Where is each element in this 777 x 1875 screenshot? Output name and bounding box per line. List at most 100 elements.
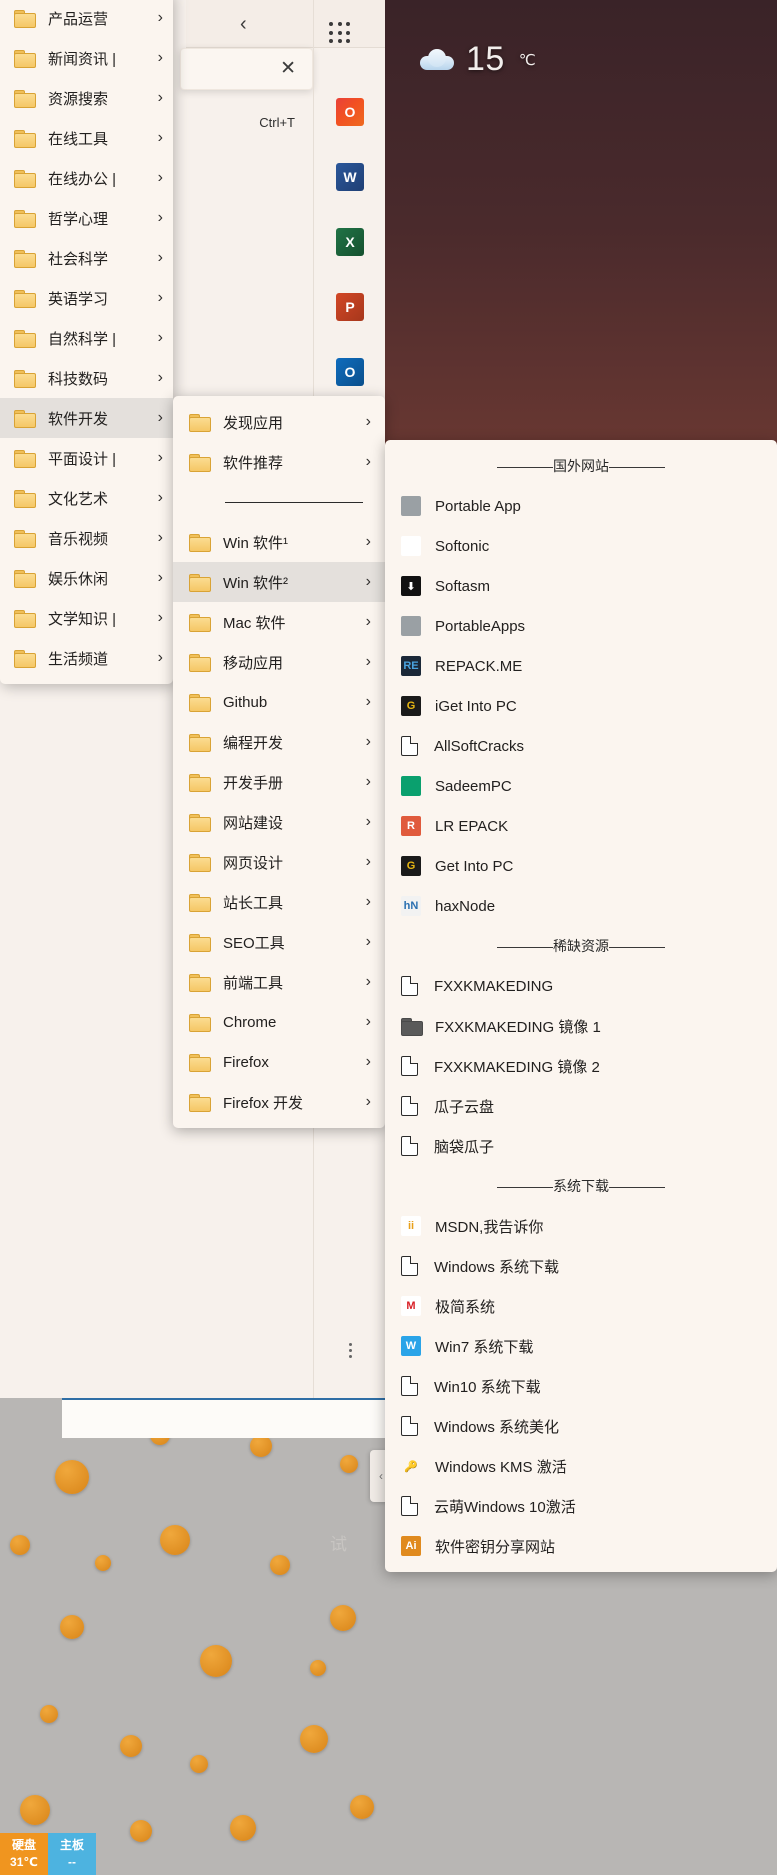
back-icon[interactable]: ‹ [240, 14, 258, 34]
folder-icon [14, 50, 36, 68]
folder-icon [189, 814, 211, 832]
menu-level-3-item[interactable]: GiGet Into PC [385, 686, 777, 726]
menu-level-2-item[interactable]: Chrome › [173, 1002, 385, 1042]
menu-level-1-item[interactable]: 生活频道 › [0, 638, 173, 678]
menu-level-3-item[interactable]: PortableApps [385, 606, 777, 646]
outlook-icon[interactable]: O [336, 358, 364, 386]
menu-level-2-item[interactable]: 编程开发 › [173, 722, 385, 762]
igetintopc-icon: G [401, 696, 421, 716]
menu-level-1-item[interactable]: 软件开发 › [0, 398, 173, 438]
menu-level-3-item[interactable]: ⬇ Softasm [385, 566, 777, 606]
menu-level-2-item[interactable]: Github › [173, 682, 385, 722]
menu-item-label: 网站建设 [223, 814, 284, 832]
menu-level-3-item[interactable]: 🔑 Windows KMS 激活 [385, 1446, 777, 1486]
menu-level-3-item[interactable]: Ai 软件密钥分享网站 [385, 1526, 777, 1566]
folder-icon [14, 450, 36, 468]
menu-level-1-item[interactable]: 文学知识 | › [0, 598, 173, 638]
menu-item-label: Windows 系统美化 [434, 1418, 560, 1436]
menu-item-label: 英语学习 [48, 290, 109, 308]
menu-level-1-item[interactable]: 哲学心理 › [0, 198, 173, 238]
menu-level-1-item[interactable]: 社会科学 › [0, 238, 173, 278]
hdd-temp-cell[interactable]: 硬盘 31℃ [0, 1833, 48, 1875]
menu-level-3-item[interactable]: W Win7 系统下载 [385, 1326, 777, 1366]
menu-level-1-item[interactable]: 在线工具 › [0, 118, 173, 158]
menu-level-3-item[interactable]: SadeemPC [385, 766, 777, 806]
menu-level-3-item[interactable]: 云萌Windows 10激活 [385, 1486, 777, 1526]
menu-level-3-item[interactable]: RE REPACK.ME [385, 646, 777, 686]
menu-level-2-item[interactable]: 移动应用 › [173, 642, 385, 682]
chevron-right-icon: › [157, 329, 163, 346]
menu-level-2-item[interactable]: Win 软件² › [173, 562, 385, 602]
menu-level-3-item[interactable]: ii MSDN,我告诉你 [385, 1206, 777, 1246]
chevron-right-icon: › [365, 973, 371, 990]
softasm-icon: ⬇ [401, 576, 421, 596]
menu-level-2-item[interactable]: 前端工具 › [173, 962, 385, 1002]
excel-icon[interactable]: X [336, 228, 364, 256]
motherboard-temp-cell[interactable]: 主板 -- [48, 1833, 96, 1875]
close-icon[interactable]: ✕ [280, 59, 296, 79]
menu-level-3-item[interactable]: M 极简系统 [385, 1286, 777, 1326]
menu-item-label: SEO工具 [223, 934, 285, 952]
menu-level-1-item[interactable]: 文化艺术 › [0, 478, 173, 518]
menu-level-3-item[interactable]: Win10 系统下载 [385, 1366, 777, 1406]
search-popup[interactable]: ✕ [180, 48, 313, 90]
menu-level-2-item[interactable]: SEO工具 › [173, 922, 385, 962]
weather-widget[interactable]: 15 ℃ [420, 40, 536, 79]
chevron-right-icon: › [157, 649, 163, 666]
more-options-icon[interactable] [349, 1340, 352, 1361]
menu-level-3-item[interactable]: FXXKMAKEDING 镜像 2 [385, 1046, 777, 1086]
menu-level-3-item[interactable]: FXXKMAKEDING [385, 966, 777, 1006]
menu-level-3-item[interactable]: Windows 系统美化 [385, 1406, 777, 1446]
menu-level-3-item[interactable]: hN haxNode [385, 886, 777, 926]
menu-level-2-item[interactable]: 网站建设 › [173, 802, 385, 842]
menu-level-2-item[interactable]: 站长工具 › [173, 882, 385, 922]
menu-level-2-item[interactable]: 软件推荐 › [173, 442, 385, 482]
menu-level-1-item[interactable]: 英语学习 › [0, 278, 173, 318]
menu-item-label: Firefox [223, 1053, 269, 1071]
menu-level-2-item[interactable]: Firefox › [173, 1042, 385, 1082]
chevron-right-icon: › [157, 89, 163, 106]
menu-level-2-item[interactable]: Win 软件¹ › [173, 522, 385, 562]
menu-item-label: 产品运营 [48, 10, 109, 28]
menu-level-2-item[interactable]: Firefox 开发 › [173, 1082, 385, 1122]
page-icon [401, 976, 418, 996]
menu-level-2-item[interactable]: 发现应用 › [173, 402, 385, 442]
menu-level-1-item[interactable]: 资源搜索 › [0, 78, 173, 118]
chevron-right-icon: › [157, 409, 163, 426]
menu-level-3-item[interactable]: Portable App [385, 486, 777, 526]
folder-icon [14, 530, 36, 548]
menu-item-label: Chrome [223, 1013, 277, 1031]
hardware-monitor-widget[interactable]: 硬盘 31℃ 主板 -- [0, 1833, 96, 1875]
menu-level-1-item[interactable]: 音乐视频 › [0, 518, 173, 558]
menu-level-1-item[interactable]: 产品运营 › [0, 0, 173, 38]
menu-level-1-item[interactable]: 自然科学 | › [0, 318, 173, 358]
chevron-right-icon: › [365, 533, 371, 550]
menu-level-3-item[interactable]: 瓜子云盘 [385, 1086, 777, 1126]
chevron-right-icon: › [157, 169, 163, 186]
menu-level-1-item[interactable]: 娱乐休闲 › [0, 558, 173, 598]
menu-level-3-item[interactable]: AllSoftCracks [385, 726, 777, 766]
menu-level-2-item[interactable]: 开发手册 › [173, 762, 385, 802]
menu-item-label: 资源搜索 [48, 90, 109, 108]
menu-level-1-item[interactable]: 新闻资讯 | › [0, 38, 173, 78]
menu-level-2-item[interactable]: 网页设计 › [173, 842, 385, 882]
menu-level-3-item[interactable]: Softonic [385, 526, 777, 566]
word-icon[interactable]: W [336, 163, 364, 191]
chevron-right-icon: › [365, 933, 371, 950]
menu-level-3-item[interactable]: G Get Into PC [385, 846, 777, 886]
menu-level-1-item[interactable]: 在线办公 | › [0, 158, 173, 198]
screen: 15 ℃ ‹ ✕ Ctrl+T O W X P O 试 ‹ 产品运营 › 新闻资讯 … [0, 0, 777, 1875]
menu-level-3-item[interactable]: Windows 系统下载 [385, 1246, 777, 1286]
chevron-right-icon: › [365, 1093, 371, 1110]
cloud-icon [420, 48, 454, 72]
menu-level-1-item[interactable]: 科技数码 › [0, 358, 173, 398]
key-icon: 🔑 [404, 1460, 418, 1473]
menu-level-2-item[interactable]: Mac 软件 › [173, 602, 385, 642]
powerpoint-icon[interactable]: P [336, 293, 364, 321]
menu-level-3-item[interactable]: R LR EPACK [385, 806, 777, 846]
menu-level-3-item[interactable]: 脑袋瓜子 [385, 1126, 777, 1166]
menu-item-label: 自然科学 | [48, 330, 117, 348]
office-icon[interactable]: O [336, 98, 364, 126]
menu-level-3-item[interactable]: FXXKMAKEDING 镜像 1 [385, 1006, 777, 1046]
menu-level-1-item[interactable]: 平面设计 | › [0, 438, 173, 478]
